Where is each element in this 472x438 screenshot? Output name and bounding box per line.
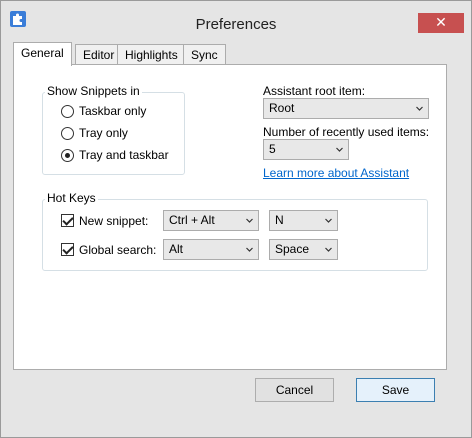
tab-general-label: General bbox=[21, 46, 64, 60]
radio-label: Tray and taskbar bbox=[79, 148, 169, 162]
radio-button[interactable] bbox=[61, 149, 74, 162]
global-search-label: Global search: bbox=[79, 243, 157, 257]
tab-sync[interactable]: Sync bbox=[183, 44, 226, 65]
global-search-key-value: Space bbox=[275, 242, 310, 256]
radio-tray-only[interactable]: Tray only bbox=[61, 125, 181, 141]
radio-button[interactable] bbox=[61, 127, 74, 140]
chevron-down-icon bbox=[336, 147, 343, 152]
new-snippet-checkbox-row[interactable]: New snippet: bbox=[61, 213, 151, 229]
chevron-down-icon bbox=[416, 106, 423, 111]
new-snippet-checkbox[interactable] bbox=[61, 214, 74, 227]
new-snippet-modifier-select[interactable]: Ctrl + Alt bbox=[163, 210, 259, 231]
show-snippets-title: Show Snippets in bbox=[45, 84, 142, 98]
radio-label: Taskbar only bbox=[79, 104, 147, 118]
chevron-down-icon bbox=[325, 247, 332, 252]
radio-tray-and-taskbar[interactable]: Tray and taskbar bbox=[61, 147, 181, 163]
chevron-down-icon bbox=[246, 218, 253, 223]
global-search-checkbox-row[interactable]: Global search: bbox=[61, 242, 156, 258]
recent-items-label: Number of recently used items: bbox=[263, 125, 430, 139]
global-search-modifier-value: Alt bbox=[169, 242, 184, 256]
radio-button[interactable] bbox=[61, 105, 74, 118]
new-snippet-key-value: N bbox=[275, 213, 284, 227]
assistant-root-select[interactable]: Root bbox=[263, 98, 429, 119]
tab-general[interactable]: General bbox=[13, 42, 72, 66]
new-snippet-modifier-value: Ctrl + Alt bbox=[169, 213, 215, 227]
window-title: Preferences bbox=[195, 16, 277, 33]
cancel-button[interactable]: Cancel bbox=[255, 378, 334, 402]
assistant-root-value: Root bbox=[269, 101, 295, 115]
hot-keys-title: Hot Keys bbox=[45, 191, 98, 205]
new-snippet-label: New snippet: bbox=[79, 214, 149, 228]
new-snippet-key-select[interactable]: N bbox=[269, 210, 338, 231]
recent-items-value: 5 bbox=[269, 142, 276, 156]
general-panel: Show Snippets in Taskbar only Tray only … bbox=[13, 64, 447, 370]
radio-taskbar-only[interactable]: Taskbar only bbox=[61, 103, 181, 119]
close-button[interactable]: ✕ bbox=[418, 13, 464, 33]
title-bar[interactable]: Preferences ✕ bbox=[1, 1, 471, 35]
tab-sync-label: Sync bbox=[191, 48, 218, 62]
global-search-key-select[interactable]: Space bbox=[269, 239, 338, 260]
global-search-checkbox[interactable] bbox=[61, 243, 74, 256]
save-button[interactable]: Save bbox=[356, 378, 435, 402]
global-search-modifier-select[interactable]: Alt bbox=[163, 239, 259, 260]
recent-items-select[interactable]: 5 bbox=[263, 139, 349, 160]
chevron-down-icon bbox=[246, 247, 253, 252]
chevron-down-icon bbox=[325, 218, 332, 223]
learn-more-link[interactable]: Learn more about Assistant bbox=[263, 166, 409, 180]
tab-editor-label: Editor bbox=[83, 48, 115, 62]
close-icon: ✕ bbox=[435, 15, 447, 31]
assistant-root-label: Assistant root item: bbox=[263, 84, 366, 98]
tab-highlights-label: Highlights bbox=[125, 48, 178, 62]
tab-editor[interactable]: Editor bbox=[75, 44, 123, 65]
preferences-window: Preferences ✕ General Editor Highlights … bbox=[0, 0, 472, 438]
tab-highlights[interactable]: Highlights bbox=[117, 44, 186, 65]
radio-label: Tray only bbox=[79, 126, 128, 140]
